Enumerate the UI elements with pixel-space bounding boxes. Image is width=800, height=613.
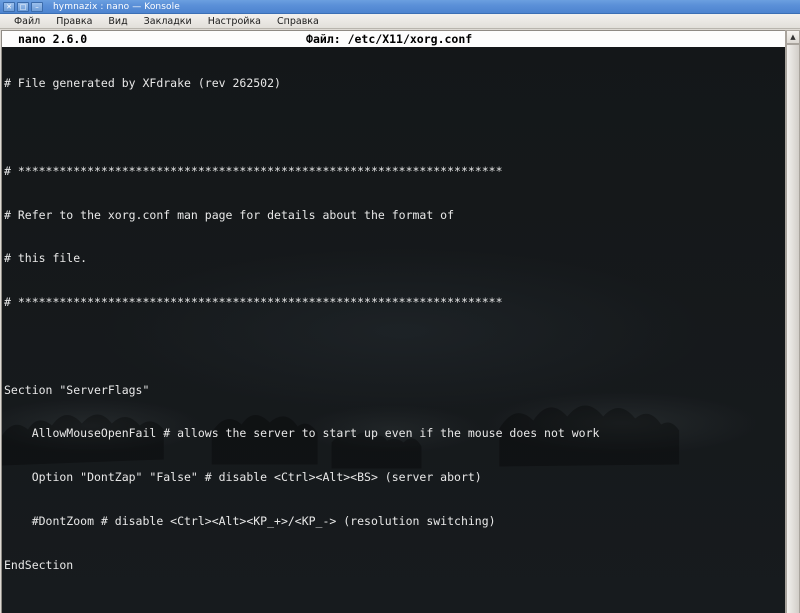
menubar: Файл Правка Вид Закладки Настройка Справ… <box>0 14 800 29</box>
nano-title-pad <box>691 31 781 47</box>
terminal-screen[interactable]: nano 2.6.0 Файл: /etc/X11/xorg.conf # Fi… <box>1 30 785 613</box>
text-line <box>4 602 783 613</box>
text-line: # File generated by XFdrake (rev 262502) <box>4 76 281 91</box>
menu-item-view[interactable]: Вид <box>100 15 135 28</box>
maximize-icon[interactable]: □ <box>17 1 29 12</box>
menu-item-settings[interactable]: Настройка <box>200 15 269 28</box>
text-line: # **************************************… <box>4 163 503 178</box>
window-title: hymnazix : nano — Konsole <box>53 1 180 12</box>
window-titlebar[interactable]: ✕ □ – hymnazix : nano — Konsole <box>0 0 800 14</box>
terminal-area: nano 2.6.0 Файл: /etc/X11/xorg.conf # Fi… <box>0 29 800 613</box>
nano-filename-label: Файл: /etc/X11/xorg.conf <box>306 32 473 46</box>
text-line: #DontZoom # disable <Ctrl><Alt><KP_+>/<K… <box>4 514 496 528</box>
scroll-up-arrow-icon[interactable]: ▲ <box>786 30 800 44</box>
text-line: # **************************************… <box>4 295 503 310</box>
text-line: # this file. <box>4 251 88 266</box>
close-icon[interactable]: ✕ <box>3 1 15 12</box>
text-line: AllowMouseOpenFail # allows the server t… <box>4 426 600 441</box>
menu-item-help[interactable]: Справка <box>269 15 327 28</box>
nano-version: nano 2.6.0 <box>18 32 88 46</box>
scrollbar-track[interactable] <box>786 44 800 613</box>
text-line <box>4 339 783 354</box>
minimize-icon[interactable]: – <box>31 1 43 12</box>
nano-titlebar: nano 2.6.0 Файл: /etc/X11/xorg.conf <box>2 31 785 47</box>
menu-item-edit[interactable]: Правка <box>48 15 100 28</box>
text-line: Section "ServerFlags" <box>4 382 150 397</box>
text-line: Option "DontZap" "False" # disable <Ctrl… <box>4 470 482 485</box>
text-line: EndSection <box>4 557 74 572</box>
scrollbar-thumb[interactable] <box>786 44 800 613</box>
nano-editor: nano 2.6.0 Файл: /etc/X11/xorg.conf # Fi… <box>2 31 785 613</box>
window-controls: ✕ □ – <box>3 1 43 12</box>
menu-item-bookmarks[interactable]: Закладки <box>136 15 200 28</box>
text-line <box>4 120 783 135</box>
text-line: # Refer to the xorg.conf man page for de… <box>4 207 455 222</box>
terminal-scrollbar[interactable]: ▲ ▼ <box>785 30 800 613</box>
konsole-window: ✕ □ – hymnazix : nano — Konsole Файл Пра… <box>0 0 800 613</box>
nano-text-buffer[interactable]: # File generated by XFdrake (rev 262502)… <box>2 47 785 613</box>
menu-item-file[interactable]: Файл <box>6 15 48 28</box>
